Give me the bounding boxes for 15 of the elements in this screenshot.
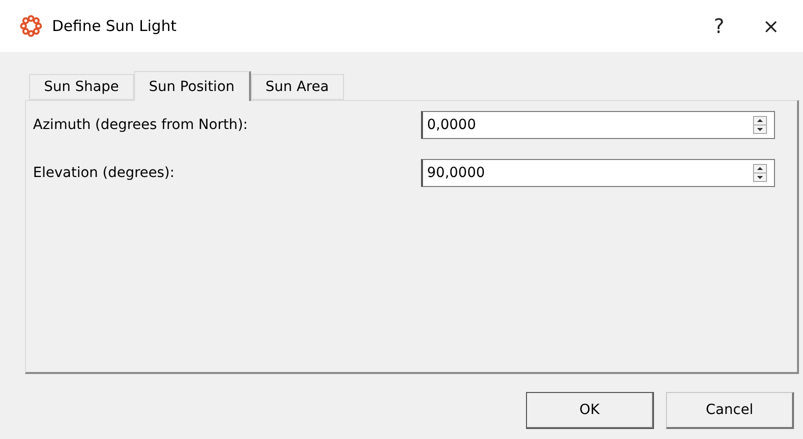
window-title: Define Sun Light	[52, 17, 178, 35]
spin-arrows-icon[interactable]	[753, 164, 767, 182]
tab[interactable]: Sun Area	[250, 74, 344, 100]
spin-field[interactable]: 90,0000	[421, 159, 775, 187]
tab[interactable]: Sun Shape	[29, 74, 134, 100]
spin-arrows-icon[interactable]	[753, 116, 767, 134]
spin-field[interactable]: 0,0000	[421, 111, 775, 139]
field-label: Elevation (degrees):	[33, 165, 176, 181]
help-button[interactable]: ?	[695, 6, 743, 46]
field-label: Azimuth (degrees from North):	[33, 117, 249, 133]
cancel-button[interactable]: Cancel	[666, 392, 794, 429]
tab[interactable]: Sun Position	[134, 71, 251, 101]
ok-button[interactable]: OK	[526, 392, 654, 429]
sun-icon	[20, 15, 42, 37]
close-button[interactable]: ×	[747, 6, 795, 46]
